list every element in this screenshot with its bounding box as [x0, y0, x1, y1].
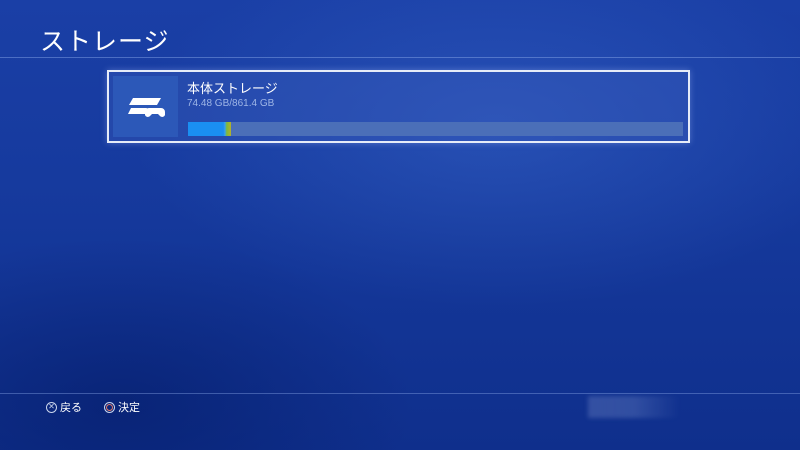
confirm-hint[interactable]: 決定	[104, 399, 140, 415]
circle-button-icon	[104, 401, 115, 413]
storage-name: 本体ストレージ	[187, 82, 278, 97]
storage-icon-tile	[113, 76, 178, 137]
page-title: ストレージ	[40, 27, 170, 56]
blurred-area	[588, 396, 680, 418]
footer-divider	[0, 393, 800, 394]
storage-usage-bar	[188, 122, 683, 136]
ps4-console-icon	[128, 98, 165, 117]
cross-button-icon: ✕	[46, 401, 57, 413]
storage-usage-text: 74.48 GB/861.4 GB	[187, 98, 275, 109]
back-hint[interactable]: ✕ 戻る	[46, 399, 82, 415]
confirm-label: 決定	[118, 401, 140, 414]
system-storage-item[interactable]: 本体ストレージ 74.48 GB/861.4 GB	[107, 70, 690, 143]
back-label: 戻る	[60, 401, 82, 414]
storage-usage-fill	[188, 122, 231, 136]
header-divider	[0, 57, 800, 58]
